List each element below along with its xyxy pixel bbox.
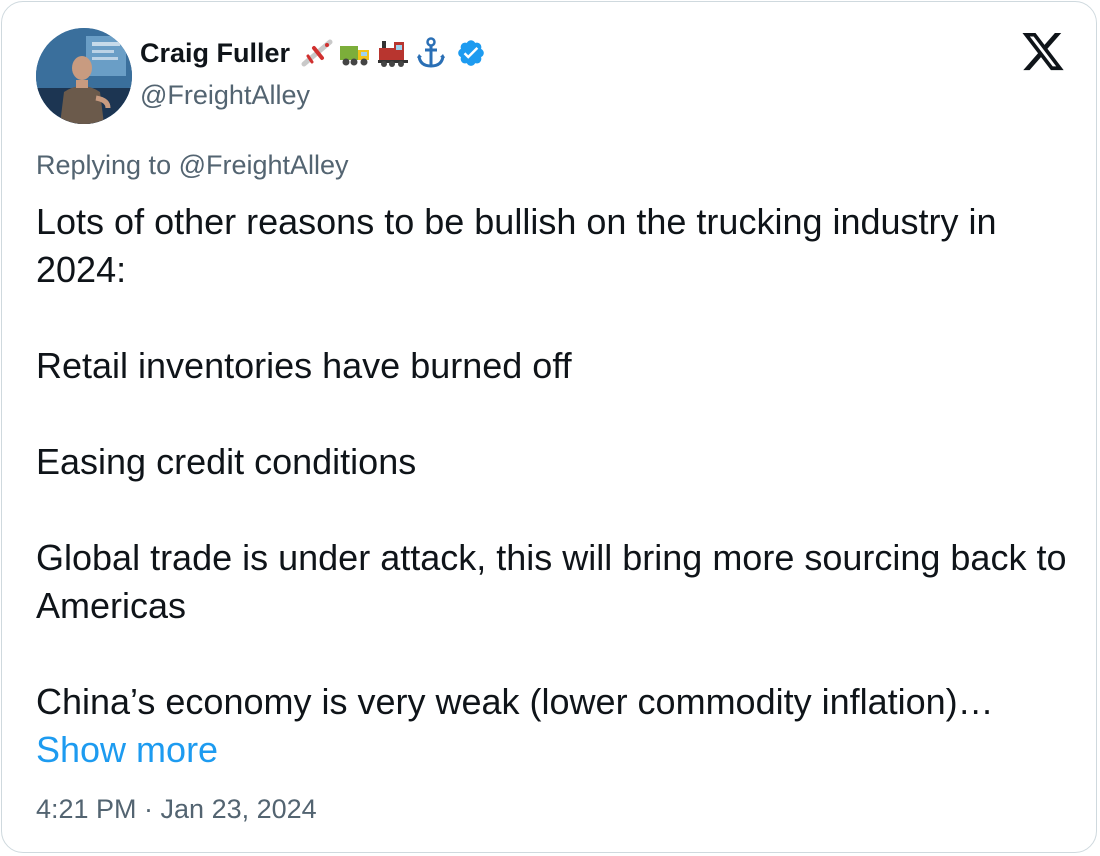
display-name[interactable]: Craig Fuller bbox=[140, 38, 290, 69]
tweet-paragraph: Global trade is under attack, this will … bbox=[36, 537, 1067, 626]
timestamp[interactable]: 4:21 PM · Jan 23, 2024 bbox=[36, 794, 317, 825]
truck-icon bbox=[338, 36, 372, 70]
tweet-body: Lots of other reasons to be bullish on t… bbox=[36, 198, 1076, 774]
anchor-icon bbox=[414, 36, 448, 70]
verified-badge-icon bbox=[456, 38, 486, 68]
tweet-paragraph-last: China’s economy is very weak (lower comm… bbox=[36, 678, 1076, 774]
tweet-paragraph: Easing credit conditions bbox=[36, 441, 417, 482]
show-more-link[interactable]: Show more bbox=[36, 729, 218, 770]
replying-to-label: Replying to @FreightAlley bbox=[36, 150, 349, 180]
avatar[interactable] bbox=[36, 28, 132, 124]
train-icon bbox=[376, 36, 410, 70]
author-handle[interactable]: @FreightAlley bbox=[140, 80, 310, 111]
tweet-paragraph: Lots of other reasons to be bullish on t… bbox=[36, 201, 997, 290]
tweet-paragraph: Retail inventories have burned off bbox=[36, 345, 572, 386]
x-logo-icon[interactable] bbox=[1020, 32, 1066, 74]
tweet-card: Craig Fuller @FreightAlley Replying to @… bbox=[1, 1, 1097, 853]
airplane-icon bbox=[300, 36, 334, 70]
tweet-paragraph-text: China’s economy is very weak (lower comm… bbox=[36, 681, 994, 722]
author-name-row: Craig Fuller bbox=[140, 32, 486, 74]
